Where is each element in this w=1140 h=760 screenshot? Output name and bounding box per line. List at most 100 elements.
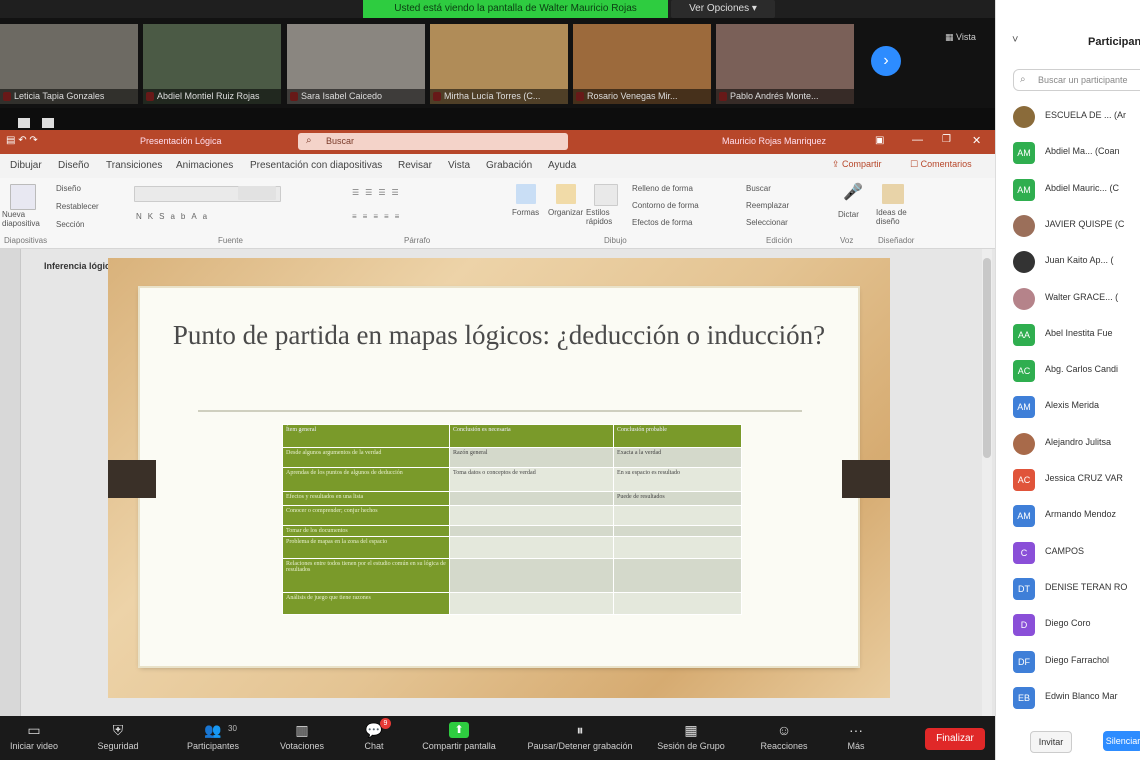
microphone-icon[interactable]: 🎤 bbox=[843, 182, 863, 202]
video-tile[interactable]: Pablo Andrés Monte... bbox=[716, 24, 854, 104]
replace-button[interactable]: Reemplazar bbox=[746, 201, 789, 210]
table-cell: Exacta a la verdad bbox=[613, 447, 742, 468]
ppt-tab[interactable]: Animaciones bbox=[176, 160, 233, 171]
ppt-tab[interactable]: Vista bbox=[448, 160, 470, 171]
comments-button[interactable]: ☐ Comentarios bbox=[910, 159, 972, 170]
next-page-icon[interactable]: › bbox=[871, 46, 901, 76]
avatar: AM bbox=[1013, 178, 1035, 201]
table-row: Relaciones entre todos tienen por el est… bbox=[282, 558, 742, 593]
view-options-button[interactable]: Ver Opciones ▾ bbox=[671, 0, 775, 18]
slide-title[interactable]: Punto de partida en mapas lógicos: ¿dedu… bbox=[140, 318, 858, 352]
ppt-doc-name[interactable]: Presentación Lógica bbox=[140, 136, 222, 146]
new-slide-icon[interactable] bbox=[10, 184, 36, 210]
participant-item[interactable]: AA Abel Inestita Fue bbox=[1013, 323, 1140, 346]
participant-item[interactable]: JAVIER QUISPE (C bbox=[1013, 214, 1140, 237]
find-button[interactable]: Buscar bbox=[746, 184, 771, 193]
scrollbar-thumb[interactable] bbox=[983, 258, 991, 458]
seguridad-button[interactable]: ⛨ Seguridad bbox=[86, 718, 150, 751]
ppt-tab[interactable]: Presentación con diapositivas bbox=[250, 160, 382, 171]
votaciones-icon: ▥ bbox=[295, 722, 309, 738]
close-icon[interactable]: ✕ bbox=[972, 134, 981, 147]
participant-item[interactable]: C CAMPOS bbox=[1013, 541, 1140, 564]
participant-item[interactable]: DF Diego Farrachol bbox=[1013, 650, 1140, 673]
slide-thumbnail-rail[interactable] bbox=[0, 249, 21, 716]
pausar-detener-grabacion-button[interactable]: ⏸ Pausar/Detener grabación bbox=[520, 718, 640, 751]
save-icon[interactable]: ▤ ↶ ↷ bbox=[6, 135, 38, 146]
shape-fill-button[interactable]: Relleno de forma bbox=[632, 184, 693, 193]
participant-item[interactable]: DT DENISE TERAN RO bbox=[1013, 577, 1140, 600]
invite-button[interactable]: Invitar bbox=[1030, 731, 1072, 753]
participant-item[interactable]: AC Jessica CRUZ VAR bbox=[1013, 469, 1140, 491]
video-tile[interactable]: Leticia Tapia Gonzales bbox=[0, 24, 138, 104]
video-tile-name: Sara Isabel Caicedo bbox=[287, 89, 425, 104]
table-cell: Relaciones entre todos tienen por el est… bbox=[282, 558, 450, 593]
share-button[interactable]: ⇪ Compartir bbox=[832, 159, 882, 170]
minimize-icon[interactable]: — bbox=[912, 134, 923, 146]
slide-divider bbox=[198, 410, 802, 412]
video-tile[interactable]: Sara Isabel Caicedo bbox=[287, 24, 425, 104]
view-toggle[interactable]: ▦ Vista bbox=[945, 32, 976, 43]
participant-item[interactable]: EB Edwin Blanco Mar bbox=[1013, 686, 1140, 709]
font-size-select[interactable] bbox=[238, 186, 276, 200]
shape-outline-button[interactable]: Contorno de forma bbox=[632, 201, 699, 210]
design-ideas-icon[interactable] bbox=[882, 184, 904, 204]
table-cell bbox=[613, 525, 742, 537]
video-tile[interactable]: Rosario Venegas Mir... bbox=[573, 24, 711, 104]
participant-item[interactable]: AM Armando Mendoz bbox=[1013, 505, 1140, 528]
ppt-search-input[interactable]: Buscar bbox=[298, 133, 568, 150]
end-meeting-button[interactable]: Finalizar bbox=[925, 728, 985, 750]
participant-item[interactable]: AM Abdiel Ma... (Coan bbox=[1013, 142, 1140, 165]
participant-item[interactable]: D Diego Coro bbox=[1013, 614, 1140, 637]
maximize-icon[interactable]: ❐ bbox=[942, 134, 951, 145]
video-tile-name: Abdiel Montiel Ruiz Rojas bbox=[143, 89, 281, 104]
ppt-tab[interactable]: Transiciones bbox=[106, 160, 162, 171]
participantes-button[interactable]: 👥 Participantes bbox=[178, 718, 248, 751]
ppt-tab[interactable]: Dibujar bbox=[10, 160, 42, 171]
font-format-icons[interactable]: NKSabAa bbox=[136, 212, 213, 221]
participant-name: Armando Mendoz bbox=[1045, 509, 1117, 520]
arrange-icon[interactable] bbox=[556, 184, 576, 204]
video-tile[interactable]: Mirtha Lucía Torres (C... bbox=[430, 24, 568, 104]
participant-search-input[interactable]: Buscar un participante bbox=[1013, 69, 1140, 91]
iniciar-video-button[interactable]: ▭ Iniciar video bbox=[2, 718, 66, 751]
section-button[interactable]: Sección bbox=[56, 220, 84, 229]
reacciones-button[interactable]: ☺ Reacciones bbox=[752, 718, 816, 751]
share-control-icon[interactable] bbox=[42, 118, 54, 128]
shapes-icon[interactable] bbox=[516, 184, 536, 204]
video-tile-name: Rosario Venegas Mir... bbox=[573, 89, 711, 104]
video-tile[interactable]: Abdiel Montiel Ruiz Rojas bbox=[143, 24, 281, 104]
table-cell bbox=[613, 558, 742, 593]
table-cell: En su espacio es resultado bbox=[613, 467, 742, 492]
share-control-icon[interactable] bbox=[18, 118, 30, 128]
layout-button[interactable]: Diseño bbox=[56, 184, 81, 193]
slide-table[interactable]: Ítem general Conclusión es necesaria Concl… bbox=[282, 424, 742, 615]
mute-all-button[interactable]: Silenciar bbox=[1103, 731, 1140, 751]
participant-item[interactable]: Walter GRACE... ( bbox=[1013, 287, 1140, 310]
pausar-detener-grabacion-label: Pausar/Detener grabación bbox=[527, 741, 633, 751]
mas-button[interactable]: ··· Más bbox=[840, 718, 872, 751]
participant-item[interactable]: AM Abdiel Mauric... (C bbox=[1013, 178, 1140, 201]
ppt-tab[interactable]: Grabación bbox=[486, 160, 532, 171]
quick-styles-icon[interactable] bbox=[594, 184, 618, 206]
votaciones-button[interactable]: ▥ Votaciones bbox=[270, 718, 334, 751]
ppt-tab[interactable]: Revisar bbox=[398, 160, 432, 171]
ppt-user-name[interactable]: Mauricio Rojas Manriquez bbox=[722, 136, 826, 146]
avatar bbox=[1013, 251, 1035, 274]
reset-button[interactable]: Restablecer bbox=[56, 202, 99, 211]
participant-item[interactable]: AM Alexis Merida bbox=[1013, 396, 1140, 419]
paragraph-align-icons[interactable]: ≡≡≡≡≡ bbox=[352, 212, 405, 221]
participant-item[interactable]: Juan Kaito Ap... ( bbox=[1013, 251, 1140, 274]
collapse-icon[interactable]: ˅ bbox=[1012, 34, 1018, 46]
compartir-pantalla-button[interactable]: ⬆ Compartir pantalla bbox=[414, 718, 504, 751]
participant-item[interactable]: AC Abg. Carlos Candi bbox=[1013, 360, 1140, 383]
select-button[interactable]: Seleccionar bbox=[746, 218, 788, 227]
ppt-tab[interactable]: Diseño bbox=[58, 160, 89, 171]
sesion-de-grupo-button[interactable]: ▦ Sesión de Grupo bbox=[646, 718, 736, 751]
participant-item[interactable]: ESCUELA DE ... (Ar bbox=[1013, 106, 1140, 128]
ribbon-display-icon[interactable]: ▣ bbox=[875, 135, 884, 146]
ppt-tab[interactable]: Ayuda bbox=[548, 160, 576, 171]
table-cell bbox=[448, 505, 615, 526]
shape-effects-button[interactable]: Efectos de forma bbox=[632, 218, 692, 227]
paragraph-list-icons[interactable]: ☰☰☰☰ bbox=[352, 188, 405, 197]
participant-item[interactable]: Alejandro Julitsa bbox=[1013, 432, 1140, 455]
